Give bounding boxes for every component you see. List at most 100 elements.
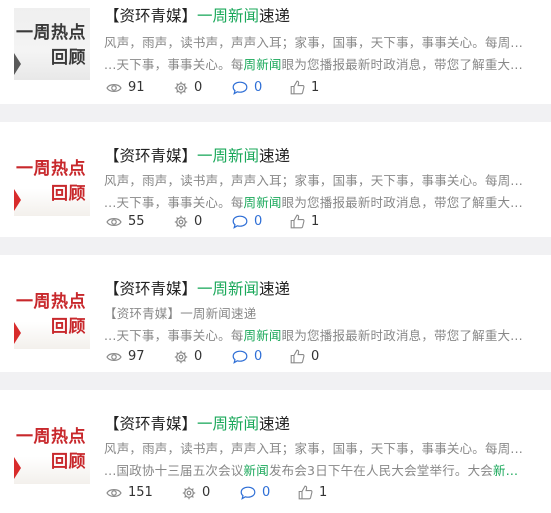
views-count: 55 — [128, 214, 145, 229]
thumbnail-line2: 回顾 — [51, 452, 86, 472]
comments-stat[interactable]: 0 — [232, 214, 262, 229]
comments-stat[interactable]: 0 — [232, 80, 262, 95]
article-title[interactable]: 【资环青媒】一周新闻速递 — [104, 277, 290, 299]
article-thumbnail[interactable]: 一周热点 回顾 — [14, 144, 90, 216]
article-summary-line2: ...国政协十三届五次会议新闻发布会3日下午在人民大会堂举行。大会新... — [104, 460, 534, 479]
triangle-marker — [14, 322, 21, 344]
summary-text: 发布会3日下午在人民大会堂举行。大会 — [268, 463, 493, 478]
thumbs-stat[interactable]: 1 — [290, 214, 319, 229]
views-count: 91 — [128, 80, 145, 95]
views-stat: 91 — [106, 80, 145, 95]
comments-count: 0 — [262, 485, 271, 500]
title-suffix: 速递 — [259, 415, 291, 433]
title-prefix: 【资环青媒】 — [104, 415, 198, 433]
gear-count: 0 — [194, 80, 203, 95]
thumbs-up-icon — [290, 349, 305, 364]
summary-text: ...天下事，事事关心。每 — [104, 195, 244, 210]
summary-highlight: 新... — [493, 463, 519, 478]
summary-text: 眼为您播报最新时政消息，带您了解重大... — [281, 195, 523, 210]
gear-count: 0 — [194, 349, 203, 364]
article-title[interactable]: 【资环青媒】一周新闻速递 — [104, 412, 290, 434]
gear-stat[interactable]: 0 — [182, 485, 210, 500]
article-summary-line2: ...天下事，事事关心。每周新闻眼为您播报最新时政消息，带您了解重大... — [104, 325, 534, 344]
triangle-marker — [14, 189, 21, 211]
thumbs-count: 0 — [311, 349, 320, 364]
views-stat: 97 — [106, 349, 145, 364]
comments-stat[interactable]: 0 — [232, 349, 262, 364]
comment-icon — [232, 215, 248, 229]
article-thumbnail[interactable]: 一周热点 回顾 — [14, 277, 90, 349]
thumbnail-line1: 一周热点 — [16, 427, 86, 447]
views-count: 97 — [128, 349, 145, 364]
eye-icon — [106, 83, 122, 92]
article-summary-line2: ...天下事，事事关心。每周新闻眼为您播报最新时政消息，带您了解重大... — [104, 54, 534, 73]
title-highlight: 一周新闻 — [197, 415, 260, 433]
gear-icon — [174, 81, 188, 94]
article-list: 一周热点 回顾 【资环青媒】一周新闻速递 风声，雨声，读书声，声声入耳；家事，国… — [0, 0, 551, 513]
title-highlight: 一周新闻 — [197, 147, 260, 165]
summary-highlight: 新闻 — [243, 463, 269, 478]
title-suffix: 速递 — [259, 280, 291, 298]
comments-stat[interactable]: 0 — [240, 485, 270, 500]
views-stat: 151 — [106, 485, 153, 500]
summary-highlight: 周新闻 — [243, 328, 282, 343]
article-summary-line1: 风声，雨声，读书声，声声入耳；家事，国事，天下事，事事关心。每周... — [104, 32, 534, 51]
summary-text: ...国政协十三届五次会议 — [104, 463, 244, 478]
thumbnail-line1: 一周热点 — [16, 159, 86, 179]
article-summary-line2: ...天下事，事事关心。每周新闻眼为您播报最新时政消息，带您了解重大... — [104, 192, 534, 211]
thumbnail-line2: 回顾 — [51, 317, 86, 337]
article-summary-line1: 风声，雨声，读书声，声声入耳；家事，国事，天下事，事事关心。每周... — [104, 438, 534, 457]
title-prefix: 【资环青媒】 — [104, 280, 198, 298]
thumbnail-line1: 一周热点 — [16, 292, 86, 312]
article-summary-line1: 风声，雨声，读书声，声声入耳；家事，国事，天下事，事事关心。每周... — [104, 170, 534, 189]
article-thumbnail[interactable]: 一周热点 回顾 — [14, 412, 90, 484]
summary-text: 眼为您播报最新时政消息，带您了解重大... — [281, 328, 523, 343]
triangle-marker — [14, 457, 21, 479]
gear-icon — [174, 215, 188, 228]
thumbs-up-icon — [290, 214, 305, 229]
triangle-marker — [14, 53, 21, 75]
gear-stat[interactable]: 0 — [174, 349, 202, 364]
thumbs-count: 1 — [319, 485, 328, 500]
thumbs-count: 1 — [311, 80, 320, 95]
gear-count: 0 — [202, 485, 211, 500]
thumbnail-line1: 一周热点 — [16, 23, 86, 43]
comments-count: 0 — [254, 214, 263, 229]
article-title[interactable]: 【资环青媒】一周新闻速递 — [104, 4, 290, 26]
eye-icon — [106, 488, 122, 497]
gear-count: 0 — [194, 214, 203, 229]
summary-highlight: 周新闻 — [243, 195, 282, 210]
comment-icon — [232, 350, 248, 364]
article-title[interactable]: 【资环青媒】一周新闻速递 — [104, 144, 290, 166]
comment-icon — [232, 81, 248, 95]
summary-highlight: 周新闻 — [243, 57, 282, 72]
eye-icon — [106, 352, 122, 361]
thumbs-stat[interactable]: 1 — [298, 485, 327, 500]
thumbnail-line2: 回顾 — [51, 48, 86, 68]
thumbs-count: 1 — [311, 214, 320, 229]
eye-icon — [106, 217, 122, 226]
title-prefix: 【资环青媒】 — [104, 147, 198, 165]
views-count: 151 — [128, 485, 153, 500]
title-suffix: 速递 — [259, 147, 291, 165]
gear-stat[interactable]: 0 — [174, 214, 202, 229]
summary-text: ...天下事，事事关心。每 — [104, 328, 244, 343]
gear-stat[interactable]: 0 — [174, 80, 202, 95]
summary-text: 风声，雨声，读书声，声声入耳；家事，国事，天下事，事事关心。每周... — [104, 173, 523, 188]
article-card[interactable]: 一周热点 回顾 【资环青媒】一周新闻速递 风声，雨声，读书声，声声入耳；家事，国… — [0, 390, 551, 513]
article-card[interactable]: 一周热点 回顾 【资环青媒】一周新闻速递 【资环青媒】一周新闻速递 ...天下事… — [0, 255, 551, 372]
article-card[interactable]: 一周热点 回顾 【资环青媒】一周新闻速递 风声，雨声，读书声，声声入耳；家事，国… — [0, 122, 551, 237]
title-prefix: 【资环青媒】 — [104, 7, 198, 25]
summary-text: 风声，雨声，读书声，声声入耳；家事，国事，天下事，事事关心。每周... — [104, 35, 523, 50]
thumbs-stat[interactable]: 1 — [290, 80, 319, 95]
thumbs-stat[interactable]: 0 — [290, 349, 319, 364]
comments-count: 0 — [254, 349, 263, 364]
summary-text: 【资环青媒】一周新闻速递 — [104, 306, 257, 321]
summary-text: ...天下事，事事关心。每 — [104, 57, 244, 72]
thumbs-up-icon — [290, 80, 305, 95]
thumbs-up-icon — [298, 485, 313, 500]
article-card[interactable]: 一周热点 回顾 【资环青媒】一周新闻速递 风声，雨声，读书声，声声入耳；家事，国… — [0, 0, 551, 104]
views-stat: 55 — [106, 214, 145, 229]
comment-icon — [240, 486, 256, 500]
article-thumbnail[interactable]: 一周热点 回顾 — [14, 8, 90, 80]
